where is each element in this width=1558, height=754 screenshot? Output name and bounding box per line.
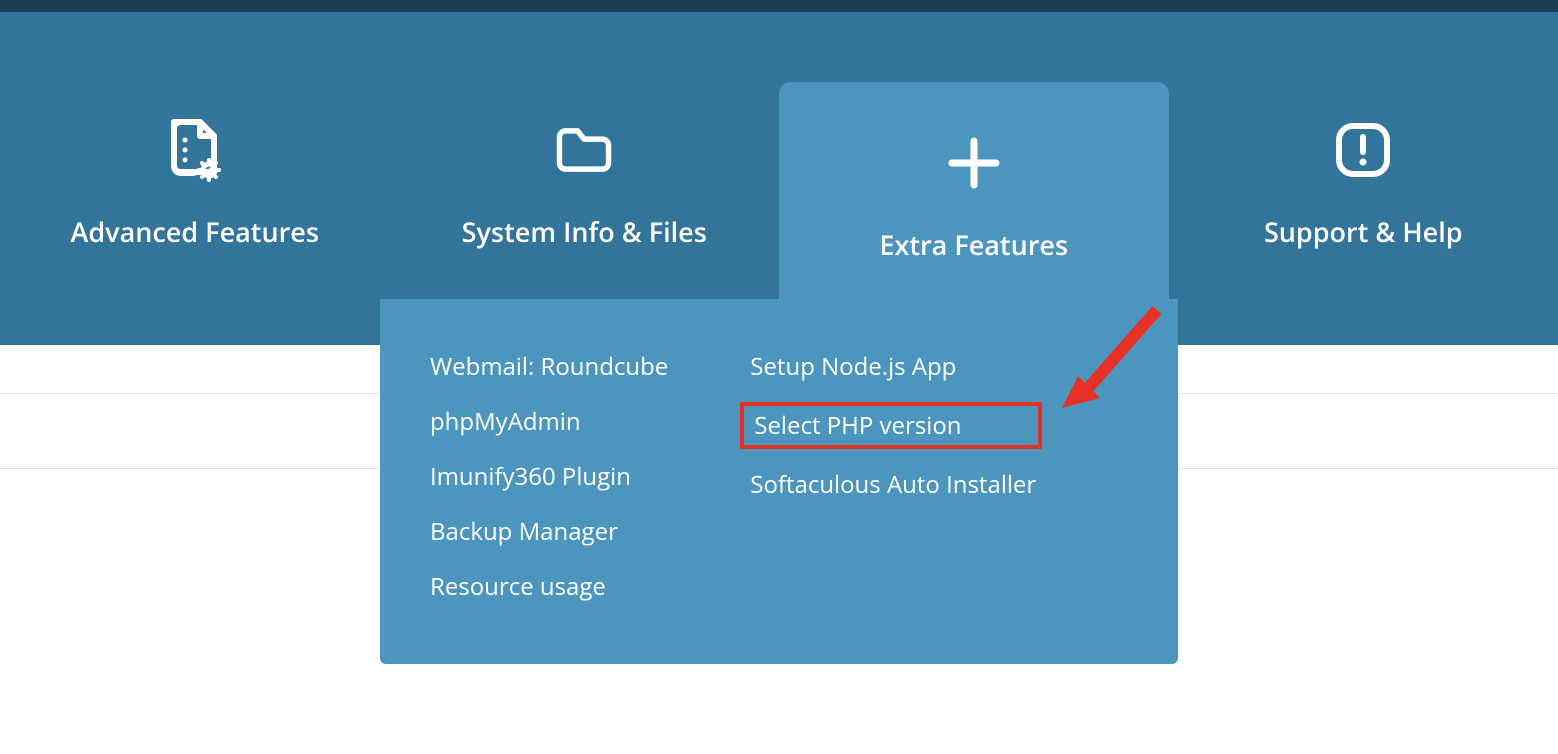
file-gear-icon [165, 117, 225, 183]
dropdown-link-imunify360-plugin[interactable]: Imunify360 Plugin [424, 457, 674, 496]
dropdown-column-1: Webmail: Roundcube phpMyAdmin Imunify360… [424, 347, 674, 606]
nav-tab-system-info-files[interactable]: System Info & Files [390, 12, 780, 345]
dropdown-column-2: Setup Node.js App Select PHP version Sof… [744, 347, 1042, 606]
dropdown-link-setup-nodejs-app[interactable]: Setup Node.js App [744, 347, 1042, 386]
top-bar [0, 0, 1558, 12]
nav-header: Advanced Features System Info & Files Ex… [0, 12, 1558, 345]
folder-icon [554, 117, 614, 183]
nav-label: Extra Features [879, 226, 1068, 263]
dropdown-link-phpmyadmin[interactable]: phpMyAdmin [424, 402, 674, 441]
dropdown-link-softaculous-auto-installer[interactable]: Softaculous Auto Installer [744, 465, 1042, 504]
nav-label: System Info & Files [462, 213, 707, 250]
dropdown-link-webmail-roundcube[interactable]: Webmail: Roundcube [424, 347, 674, 386]
annotation-arrow-icon [1062, 300, 1172, 425]
alert-square-icon [1333, 117, 1393, 183]
nav-tab-advanced-features[interactable]: Advanced Features [0, 12, 390, 345]
dropdown-link-resource-usage[interactable]: Resource usage [424, 567, 674, 606]
plus-icon [944, 130, 1004, 196]
dropdown-link-backup-manager[interactable]: Backup Manager [424, 512, 674, 551]
nav-label: Advanced Features [71, 213, 319, 250]
dropdown-link-select-php-version[interactable]: Select PHP version [740, 402, 1042, 449]
nav-label: Support & Help [1264, 213, 1463, 250]
nav-tab-support-help[interactable]: Support & Help [1169, 12, 1558, 345]
dropdown-extra-features: Webmail: Roundcube phpMyAdmin Imunify360… [380, 299, 1178, 664]
